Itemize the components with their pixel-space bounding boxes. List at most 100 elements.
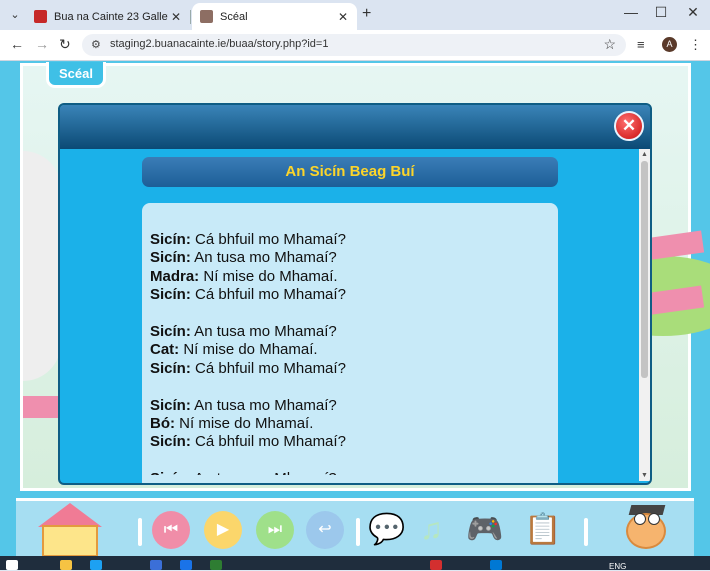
new-tab-icon[interactable]: + (362, 5, 371, 23)
browser-tab[interactable]: Bua na Cainte 23 Galley - Adobe ✕ (26, 3, 190, 30)
return-button[interactable]: ↩ (306, 511, 344, 549)
sceal-tab[interactable]: Scéal (46, 62, 106, 88)
tab-title: Scéal (220, 10, 248, 23)
dialogue-text: Ní mise do Mhamaí. (179, 341, 318, 359)
scroll-thumb[interactable] (641, 161, 648, 378)
reading-list-icon[interactable]: ≡ (637, 37, 645, 52)
story-line-gap (150, 452, 550, 470)
story-line: Sicín: Cá bhfuil mo Mhamaí? (150, 360, 550, 378)
story-line: Sicín: Cá bhfuil mo Mhamaí? (150, 433, 550, 451)
start-icon[interactable] (6, 560, 18, 570)
scroll-down-icon[interactable]: ▼ (639, 470, 650, 481)
story-title-bar: An Sicín Beag Buí (142, 157, 558, 187)
modal-header: ✕ (60, 105, 650, 149)
minimize-icon[interactable]: — (616, 4, 646, 20)
speaker-name: Sicín: (150, 470, 191, 475)
speaker-name: Bó: (150, 414, 175, 432)
tab-divider (190, 10, 191, 24)
dialogue-text: An tusa mo Mhamaí? (191, 470, 337, 475)
bottom-control-bar: ⏮ ▶ ⏭ ↩ 💬 ♫ 🎮 📋 (16, 498, 694, 556)
address-bar[interactable]: ⚙ staging2.buanacainte.ie/buaa/story.php… (82, 34, 626, 56)
maximize-icon[interactable]: ☐ (646, 4, 676, 21)
app-icon[interactable] (180, 560, 192, 570)
story-line: Madra: Ní mise do Mhamaí. (150, 268, 550, 286)
speaker-name: Sicín: (150, 322, 191, 340)
tab-search-icon[interactable]: ⌄ (6, 6, 24, 24)
story-line: Sicín: Cá bhfuil mo Mhamaí? (150, 231, 550, 249)
dialogue-text: Cá bhfuil mo Mhamaí? (190, 433, 346, 451)
divider (138, 518, 142, 546)
browser-tab-bar: ⌄ Bua na Cainte 23 Galley - Adobe ✕ Scéa… (0, 0, 710, 30)
site-info-icon[interactable]: ⚙ (91, 38, 101, 51)
dialogue-text: An tusa mo Mhamaí? (190, 249, 337, 267)
story-page: Scéal ✕ An Sicín Beag Buí Sicín: Cá bhfu… (0, 61, 710, 556)
modal-scrollbar[interactable]: ▲ ▼ (639, 149, 650, 481)
speech-bubble-icon[interactable]: 💬 (368, 511, 405, 549)
dialogue-text: Ní mise do Mhamaí. (175, 414, 314, 432)
dialogue-text: An tusa mo Mhamaí? (190, 396, 337, 414)
fence-illustration (23, 396, 63, 418)
reload-icon[interactable]: ↻ (59, 36, 71, 53)
story-favicon-icon (200, 10, 213, 23)
speaker-name: Sicín: (150, 433, 191, 451)
story-line: Sicín: Cá bhfuil mo Mhamaí? (150, 286, 550, 304)
bookmark-star-icon[interactable]: ☆ (603, 36, 616, 53)
music-note-icon[interactable]: ♫ (420, 511, 443, 549)
back-icon[interactable]: ← (10, 36, 24, 52)
speaker-name: Madra: (150, 267, 200, 285)
story-line: Sicín: An tusa mo Mhamaí? (150, 249, 550, 267)
tab-title: Bua na Cainte 23 Galley - Adobe (54, 10, 168, 23)
forward-icon[interactable]: → (35, 36, 49, 52)
play-button[interactable]: ▶ (204, 511, 242, 549)
explorer-icon[interactable] (60, 560, 72, 570)
dialogue-text: An tusa mo Mhamaí? (190, 322, 337, 340)
owl-mascot-icon (616, 503, 676, 556)
dialogue-text: Cá bhfuil mo Mhamaí? (190, 231, 346, 248)
speaker-name: Sicín: (150, 249, 191, 267)
profile-avatar[interactable]: A (662, 37, 677, 52)
cat-illustration (23, 151, 61, 381)
app-icon[interactable] (210, 560, 222, 570)
scroll-up-icon[interactable]: ▲ (639, 149, 650, 160)
story-line-gap (150, 305, 550, 323)
gamepad-icon[interactable]: 🎮 (466, 511, 503, 549)
menu-kebab-icon[interactable]: ⋮ (689, 37, 702, 53)
browser-tab-active[interactable]: Scéal ✕ (192, 3, 357, 30)
dialogue-text: Cá bhfuil mo Mhamaí? (190, 359, 346, 377)
speaker-name: Sicín: (150, 396, 191, 414)
window-close-icon[interactable]: ✕ (678, 4, 708, 21)
story-title: An Sicín Beag Buí (285, 163, 415, 180)
dialogue-text: Ní mise do Mhamaí. (199, 267, 338, 285)
close-modal-button[interactable]: ✕ (614, 111, 644, 141)
story-line: Bó: Ní mise do Mhamaí. (150, 415, 550, 433)
story-line: Cat: Ní mise do Mhamaí. (150, 341, 550, 359)
story-text-panel: Sicín: Cá bhfuil mo Mhamaí? Sicín: An tus… (142, 203, 558, 483)
story-line: Sicín: An tusa mo Mhamaí? (150, 323, 550, 341)
story-line: Sicín: An tusa mo Mhamaí? (150, 397, 550, 415)
home-house-icon[interactable] (34, 503, 106, 556)
previous-button[interactable]: ⏮ (152, 511, 190, 549)
story-text: Sicín: Cá bhfuil mo Mhamaí? Sicín: An tus… (150, 231, 550, 475)
os-taskbar: ENG (0, 556, 710, 571)
whiteboard-icon[interactable]: 📋 (524, 511, 561, 549)
story-line: Sicín: An tusa mo Mhamaí? (150, 470, 550, 475)
app-icon[interactable] (90, 560, 102, 570)
pdf-favicon-icon (34, 10, 47, 23)
story-line-gap (150, 378, 550, 396)
divider (584, 518, 588, 546)
speaker-name: Sicín: (150, 231, 191, 248)
speaker-name: Cat: (150, 341, 180, 359)
app-icon[interactable] (490, 560, 502, 570)
url-text[interactable]: staging2.buanacainte.ie/buaa/story.php?i… (110, 38, 328, 50)
next-button[interactable]: ⏭ (256, 511, 294, 549)
divider (356, 518, 360, 546)
browser-toolbar: ← → ↻ ⚙ staging2.buanacainte.ie/buaa/sto… (0, 30, 710, 61)
story-modal: ✕ An Sicín Beag Buí Sicín: Cá bhfuil mo … (58, 103, 652, 485)
speaker-name: Sicín: (150, 359, 191, 377)
close-tab-icon[interactable]: ✕ (168, 10, 184, 24)
dialogue-text: Cá bhfuil mo Mhamaí? (190, 286, 346, 304)
app-icon[interactable] (150, 560, 162, 570)
close-tab-icon[interactable]: ✕ (335, 10, 351, 24)
app-icon[interactable] (430, 560, 442, 570)
speaker-name: Sicín: (150, 286, 191, 304)
